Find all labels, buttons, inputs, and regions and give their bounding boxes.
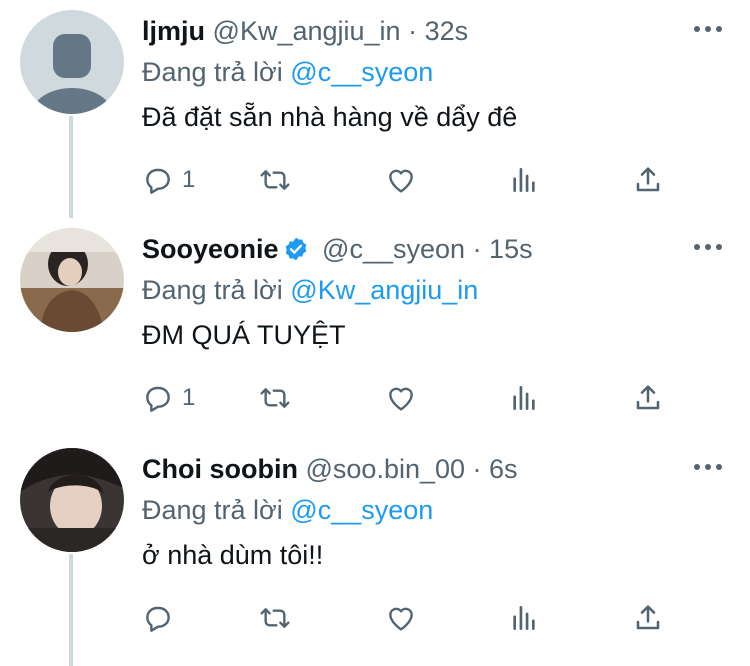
default-avatar-icon — [20, 10, 124, 114]
reply-button[interactable]: 1 — [142, 160, 195, 200]
analytics-button[interactable] — [508, 160, 540, 200]
analytics-icon — [513, 168, 535, 192]
user-handle[interactable]: @Kw_angjiu_in — [213, 16, 401, 46]
tweet-actions — [142, 598, 682, 638]
reply-count: 1 — [182, 384, 196, 411]
tweet[interactable]: ljmju @Kw_angjiu_in · 32s Đang trả lời @… — [0, 0, 750, 218]
reply-icon — [146, 168, 170, 194]
share-button[interactable] — [632, 160, 664, 200]
reply-icon — [146, 606, 170, 632]
profile-photo-icon — [20, 228, 124, 332]
tweet-text: Đã đặt sẵn nhà hàng về dẩy đê — [142, 102, 518, 132]
thread-line — [69, 116, 73, 218]
analytics-button[interactable] — [508, 378, 540, 418]
analytics-icon — [513, 386, 535, 410]
replying-prefix: Đang trả lời — [142, 495, 283, 525]
more-icon[interactable] — [692, 240, 724, 254]
user-handle[interactable]: @c__syeon — [322, 234, 465, 264]
tweet-text: ĐM QUÁ TUYỆT — [142, 320, 346, 350]
retweet-icon — [260, 388, 290, 408]
display-name[interactable]: Sooyeonie — [142, 234, 279, 264]
replying-mention[interactable]: @c__syeon — [290, 57, 433, 87]
replying-to: Đang trả lời @c__syeon — [142, 55, 433, 89]
reply-icon — [146, 386, 170, 412]
replying-prefix: Đang trả lời — [142, 275, 283, 305]
more-icon[interactable] — [692, 460, 724, 474]
like-button[interactable] — [385, 598, 417, 638]
retweet-button[interactable] — [259, 160, 291, 200]
tweet-text: ở nhà dùm tôi!! — [142, 540, 324, 570]
display-name[interactable]: Choi soobin — [142, 454, 298, 484]
more-icon[interactable] — [692, 22, 724, 36]
avatar-default[interactable] — [20, 10, 124, 114]
like-button[interactable] — [385, 378, 417, 418]
share-icon — [636, 167, 660, 192]
reply-button[interactable]: 1 — [142, 378, 195, 418]
share-icon — [636, 605, 660, 630]
reply-button[interactable] — [142, 598, 182, 638]
user-handle[interactable]: @soo.bin_00 — [306, 454, 466, 484]
replying-to: Đang trả lời @c__syeon — [142, 493, 433, 527]
analytics-icon — [513, 606, 535, 630]
analytics-button[interactable] — [508, 598, 540, 638]
avatar-photo[interactable] — [20, 448, 124, 552]
timestamp[interactable]: · 6s — [473, 454, 518, 484]
timestamp[interactable]: · 15s — [473, 234, 533, 264]
like-button[interactable] — [385, 160, 417, 200]
share-button[interactable] — [632, 598, 664, 638]
replying-mention[interactable]: @c__syeon — [290, 495, 433, 525]
tweet-header: Choi soobin @soo.bin_00 · 6s — [142, 452, 518, 486]
verified-badge-icon — [285, 237, 306, 261]
heart-icon — [389, 387, 413, 411]
reply-count: 1 — [182, 166, 196, 193]
retweet-button[interactable] — [259, 598, 291, 638]
tweet-header: ljmju @Kw_angjiu_in · 32s — [142, 14, 468, 48]
share-icon — [636, 385, 660, 410]
avatar-photo[interactable] — [20, 228, 124, 332]
retweet-icon — [260, 170, 290, 190]
tweet-actions: 1 — [142, 378, 682, 418]
tweet[interactable]: Sooyeonie @c__syeon · 15s Đang trả lời @… — [0, 218, 750, 666]
tweet-header: Sooyeonie @c__syeon · 15s — [142, 232, 533, 266]
profile-photo-icon — [20, 448, 124, 552]
heart-icon — [389, 607, 413, 631]
retweet-button[interactable] — [259, 378, 291, 418]
retweet-icon — [260, 608, 290, 628]
replying-to: Đang trả lời @Kw_angjiu_in — [142, 273, 478, 307]
heart-icon — [389, 169, 413, 193]
tweet-actions: 1 — [142, 160, 682, 200]
tweet-thread: ljmju @Kw_angjiu_in · 32s Đang trả lời @… — [0, 0, 750, 666]
share-button[interactable] — [632, 378, 664, 418]
replying-prefix: Đang trả lời — [142, 57, 283, 87]
replying-mention[interactable]: @Kw_angjiu_in — [290, 275, 478, 305]
tweet[interactable]: Choi soobin @soo.bin_00 · 6s Đang trả lờ… — [0, 438, 750, 642]
timestamp[interactable]: · 32s — [408, 16, 468, 46]
display-name[interactable]: ljmju — [142, 16, 205, 46]
